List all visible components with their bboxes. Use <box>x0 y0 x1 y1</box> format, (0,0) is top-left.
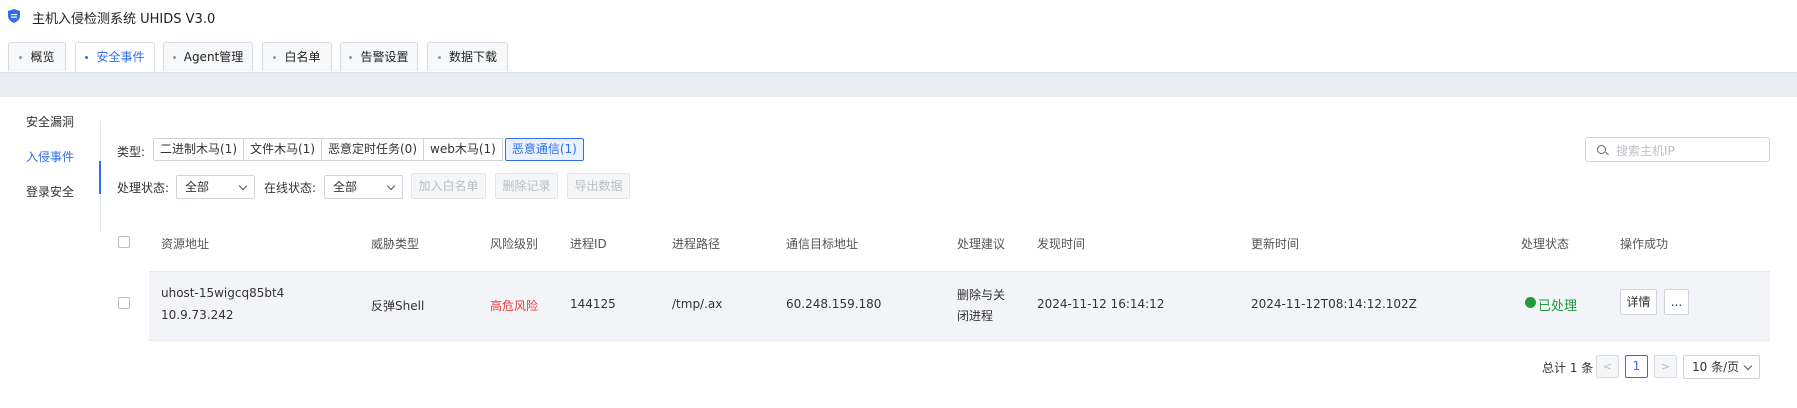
add-whitelist-button[interactable]: 加入白名单 <box>411 173 486 199</box>
row-suggestion-line1: 删除与关 <box>957 288 1006 302</box>
type-filter-label: 类型: <box>117 145 146 159</box>
tab-label: 告警设置 <box>360 50 409 64</box>
detail-button[interactable]: 详情 <box>1620 289 1657 315</box>
tab-label: Agent管理 <box>183 50 244 64</box>
process-status-select[interactable]: 全部 <box>176 175 255 199</box>
tab-whitelist[interactable]: 白名单 <box>262 42 332 71</box>
tab-label: 白名单 <box>284 50 321 64</box>
online-status-value: 全部 <box>333 180 358 194</box>
col-risk-level: 风险级别 <box>490 237 539 251</box>
tab-label: 安全事件 <box>96 50 145 64</box>
select-all-checkbox[interactable] <box>118 236 130 248</box>
tab-alert-settings[interactable]: 告警设置 <box>340 42 418 71</box>
row-checkbox[interactable] <box>118 297 130 309</box>
type-web-trojan[interactable]: web木马(1) <box>423 138 503 161</box>
type-file-trojan[interactable]: 文件木马(1) <box>243 138 322 161</box>
tab-dot-icon <box>273 56 277 59</box>
search-icon <box>1597 145 1606 154</box>
type-malicious-cron[interactable]: 恶意定时任务(0) <box>321 138 424 161</box>
col-found-time: 发现时间 <box>1037 237 1086 251</box>
col-process-path: 进程路径 <box>672 237 721 251</box>
type-malicious-communication[interactable]: 恶意通信(1) <box>504 138 584 161</box>
title-bar: 主机入侵检测系统 UHIDS V3.0 <box>0 0 1797 34</box>
col-status: 处理状态 <box>1521 237 1570 251</box>
prev-page-button[interactable]: < <box>1596 355 1619 378</box>
col-resource: 资源地址 <box>161 237 210 251</box>
tab-agent-management[interactable]: Agent管理 <box>163 42 253 71</box>
row-target-address: 60.248.159.180 <box>786 297 882 311</box>
col-actions: 操作成功 <box>1620 237 1669 251</box>
sidebar-item-vulnerabilities[interactable]: 安全漏洞 <box>0 113 100 130</box>
page-size-select[interactable]: 10 条/页 <box>1683 355 1760 379</box>
type-binary-trojan[interactable]: 二进制木马(1) <box>153 138 244 161</box>
tab-dot-icon <box>85 56 89 59</box>
row-threat-type: 反弹Shell <box>371 299 425 313</box>
sidebar-item-login-security[interactable]: 登录安全 <box>0 183 100 200</box>
row-update-time: 2024-11-12T08:14:12.102Z <box>1251 297 1417 311</box>
tab-dot-icon <box>349 56 353 59</box>
chevron-down-icon <box>1743 361 1753 371</box>
process-status-label: 处理状态: <box>117 181 170 195</box>
col-update-time: 更新时间 <box>1251 237 1300 251</box>
row-ip: 10.9.73.242 <box>161 308 234 322</box>
delete-records-button[interactable]: 删除记录 <box>495 173 558 199</box>
chevron-down-icon <box>238 181 248 191</box>
search-input[interactable] <box>1614 140 1768 161</box>
tab-dot-icon <box>172 56 176 59</box>
status-dot-icon <box>1525 297 1536 308</box>
row-suggestion-line2: 闭进程 <box>957 309 994 323</box>
row-process-path: /tmp/.ax <box>672 297 723 311</box>
tab-overview[interactable]: 概览 <box>8 42 66 71</box>
row-status: 已处理 <box>1538 299 1578 314</box>
col-target-address: 通信目标地址 <box>786 237 859 251</box>
main-tab-bar: 概览 安全事件 Agent管理 白名单 告警设置 数据下载 <box>0 34 1797 73</box>
row-found-time: 2024-11-12 16:14:12 <box>1037 297 1165 311</box>
tab-label: 概览 <box>30 50 55 64</box>
process-status-value: 全部 <box>185 180 210 194</box>
tab-data-download[interactable]: 数据下载 <box>427 42 508 71</box>
online-status-label: 在线状态: <box>264 181 317 195</box>
row-process-id: 144125 <box>570 297 616 311</box>
row-host: uhost-15wigcq85bt4 <box>161 286 285 300</box>
online-status-select[interactable]: 全部 <box>324 175 403 199</box>
sidebar-active-indicator <box>99 161 101 194</box>
tab-label: 数据下载 <box>448 50 497 64</box>
tab-dot-icon <box>19 56 23 59</box>
tab-dot-icon <box>437 56 441 59</box>
more-actions-button[interactable]: ... <box>1664 289 1689 315</box>
sidebar <box>0 97 100 408</box>
col-threat-type: 威胁类型 <box>371 237 420 251</box>
shield-icon <box>8 9 20 23</box>
col-suggestion: 处理建议 <box>957 237 1006 251</box>
col-process-id: 进程ID <box>570 237 607 251</box>
app-title: 主机入侵检测系统 UHIDS V3.0 <box>32 12 216 27</box>
page-size-value: 10 条/页 <box>1692 360 1740 374</box>
next-page-button[interactable]: > <box>1654 355 1677 378</box>
page-1-button[interactable]: 1 <box>1625 355 1648 378</box>
search-box[interactable] <box>1585 137 1770 162</box>
content-header-band <box>0 73 1797 97</box>
sidebar-item-intrusion-events[interactable]: 入侵事件 <box>0 148 100 165</box>
type-filter-group: 二进制木马(1) 文件木马(1) 恶意定时任务(0) web木马(1) 恶意通信… <box>153 138 584 161</box>
chevron-down-icon <box>386 181 396 191</box>
pagination-total: 总计 1 条 <box>1542 361 1594 375</box>
export-data-button[interactable]: 导出数据 <box>567 173 630 199</box>
row-risk-level: 高危风险 <box>490 299 539 313</box>
tab-security-events[interactable]: 安全事件 <box>75 42 155 72</box>
